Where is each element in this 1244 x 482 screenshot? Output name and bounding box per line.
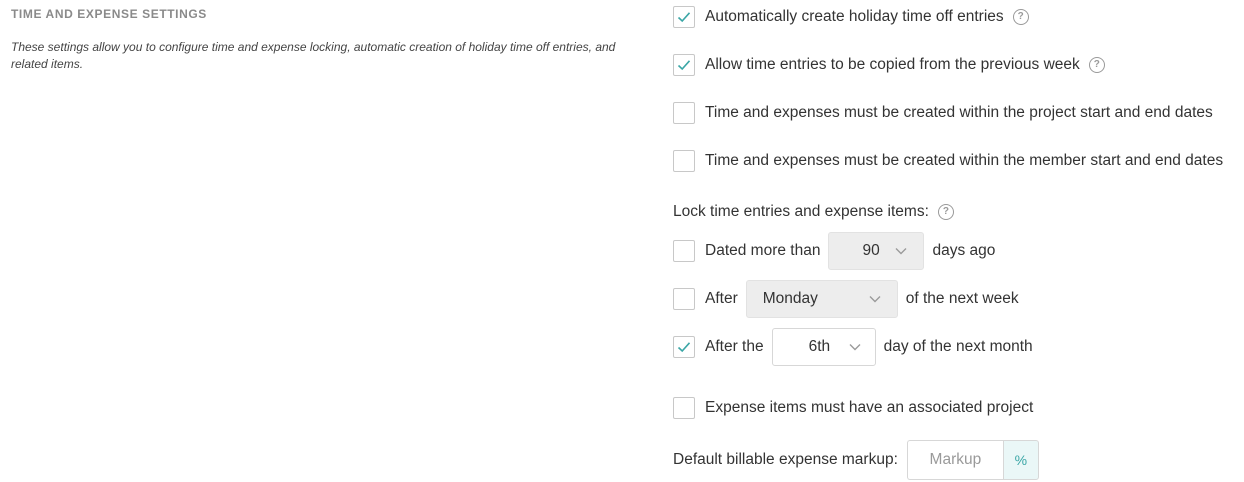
lock-heading-row: Lock time entries and expense items: ? (673, 203, 954, 221)
lock-after-day-prefix: After (705, 290, 738, 307)
project-dates-option-row: Time and expenses must be created within… (673, 102, 1213, 124)
section-description: These settings allow you to configure ti… (11, 40, 616, 71)
lock-after-day-checkbox[interactable] (673, 288, 695, 310)
month-day-select[interactable]: 6th (771, 328, 876, 366)
chevron-down-icon (895, 248, 907, 255)
month-day-select-value: 6th (808, 338, 831, 355)
lock-after-day-suffix: of the next week (905, 290, 1019, 307)
holiday-option-row: Automatically create holiday time off en… (673, 6, 1029, 28)
markup-input[interactable] (906, 440, 1003, 480)
lock-after-month-suffix: day of the next month (883, 338, 1033, 355)
percent-addon: % (1002, 440, 1039, 480)
copy-previous-checkbox[interactable] (673, 54, 695, 76)
chevron-down-icon (849, 344, 861, 351)
holiday-checkbox[interactable] (673, 6, 695, 28)
checkmark-icon (677, 342, 691, 353)
chevron-down-icon (869, 296, 881, 303)
lock-dated-suffix: days ago (932, 242, 996, 259)
weekday-select-value: Monday (762, 290, 818, 307)
project-dates-option-label: Time and expenses must be created within… (705, 104, 1213, 121)
section-title: TIME AND EXPENSE SETTINGS (11, 7, 207, 21)
lock-dated-checkbox[interactable] (673, 240, 695, 262)
question-circle-icon[interactable]: ? (1012, 9, 1029, 25)
lock-after-day-row: After Monday of the next week (673, 280, 1019, 318)
lock-dated-row: Dated more than 90 days ago (673, 232, 995, 270)
member-dates-option-label: Time and expenses must be created within… (705, 152, 1224, 169)
copy-previous-option-row: Allow time entries to be copied from the… (673, 54, 1105, 76)
expense-project-label: Expense items must have an associated pr… (705, 399, 1034, 416)
question-circle-icon[interactable]: ? (937, 204, 954, 220)
markup-label: Default billable expense markup: (673, 451, 898, 468)
copy-previous-option-label: Allow time entries to be copied from the… (705, 56, 1080, 73)
days-select-value: 90 (862, 242, 880, 259)
lock-after-month-row: After the 6th day of the next month (673, 328, 1033, 366)
member-dates-option-row: Time and expenses must be created within… (673, 150, 1223, 172)
question-circle-icon[interactable]: ? (1088, 57, 1105, 73)
markup-input-group: % (906, 440, 1039, 480)
lock-dated-prefix: Dated more than (705, 242, 821, 259)
lock-heading: Lock time entries and expense items: (673, 203, 929, 220)
project-dates-checkbox[interactable] (673, 102, 695, 124)
holiday-option-label: Automatically create holiday time off en… (705, 8, 1004, 25)
member-dates-checkbox[interactable] (673, 150, 695, 172)
days-select[interactable]: 90 (828, 232, 925, 270)
expense-project-option-row: Expense items must have an associated pr… (673, 397, 1033, 419)
weekday-select[interactable]: Monday (745, 280, 898, 318)
checkmark-icon (677, 12, 691, 23)
markup-row: Default billable expense markup: % (673, 440, 1039, 480)
checkmark-icon (677, 60, 691, 71)
lock-after-month-prefix: After the (705, 338, 764, 355)
lock-after-month-checkbox[interactable] (673, 336, 695, 358)
expense-project-checkbox[interactable] (673, 397, 695, 419)
